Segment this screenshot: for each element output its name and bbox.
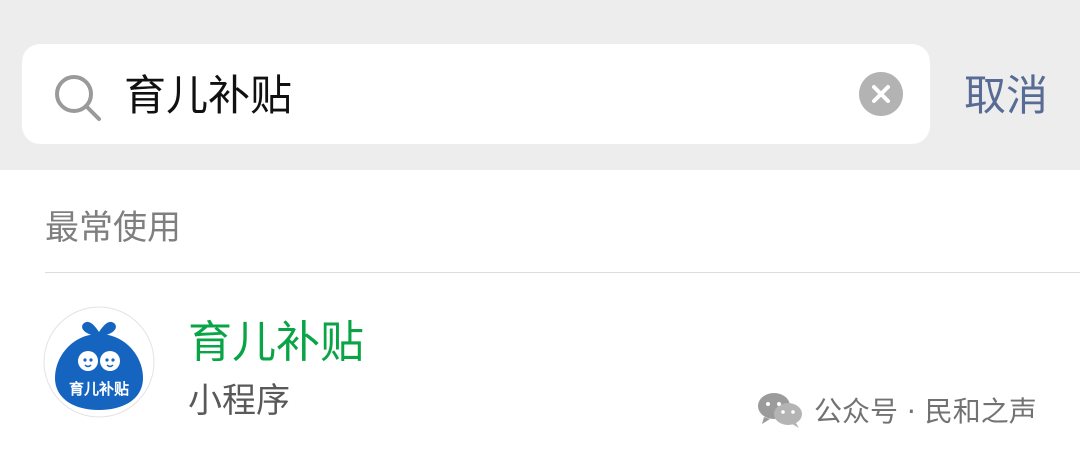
wechat-icon xyxy=(758,393,802,428)
cancel-button[interactable]: 取消 xyxy=(964,66,1048,126)
svg-text:育儿补贴: 育儿补贴 xyxy=(69,380,129,398)
mini-program-name: 育儿补贴 xyxy=(188,317,364,368)
mini-program-logo: 育儿补贴 xyxy=(43,306,155,418)
search-icon xyxy=(55,75,101,121)
watermark-text: 公众号 · 民和之声 xyxy=(814,395,1037,428)
section-title-most-used: 最常使用 xyxy=(45,208,181,248)
search-bar-area: 育儿补贴 取消 xyxy=(0,0,1080,170)
mini-program-type-label: 小程序 xyxy=(188,381,290,421)
watermark: 公众号 · 民和之声 xyxy=(756,384,1037,436)
clear-icon[interactable] xyxy=(859,72,903,116)
search-input[interactable]: 育儿补贴 xyxy=(124,66,292,126)
